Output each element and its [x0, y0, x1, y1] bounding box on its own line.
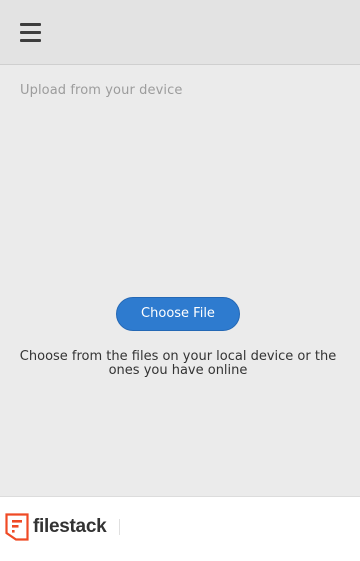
header — [0, 0, 360, 65]
choose-file-button[interactable]: Choose File — [116, 297, 240, 331]
upload-panel: Upload from your device Choose File Choo… — [0, 65, 360, 496]
menu-bar-middle — [20, 31, 41, 34]
menu-bar-bottom — [20, 39, 41, 42]
section-title: Upload from your device — [20, 83, 183, 98]
menu-bar-top — [20, 23, 41, 26]
upload-description: Choose from the files on your local devi… — [19, 349, 337, 378]
filestack-logo-icon — [5, 513, 29, 541]
brand-logo: filestack — [5, 513, 107, 541]
brand-name: filestack — [33, 516, 107, 537]
footer: filestack — [0, 496, 360, 561]
hamburger-menu-icon[interactable] — [20, 23, 41, 42]
footer-divider — [119, 519, 120, 535]
